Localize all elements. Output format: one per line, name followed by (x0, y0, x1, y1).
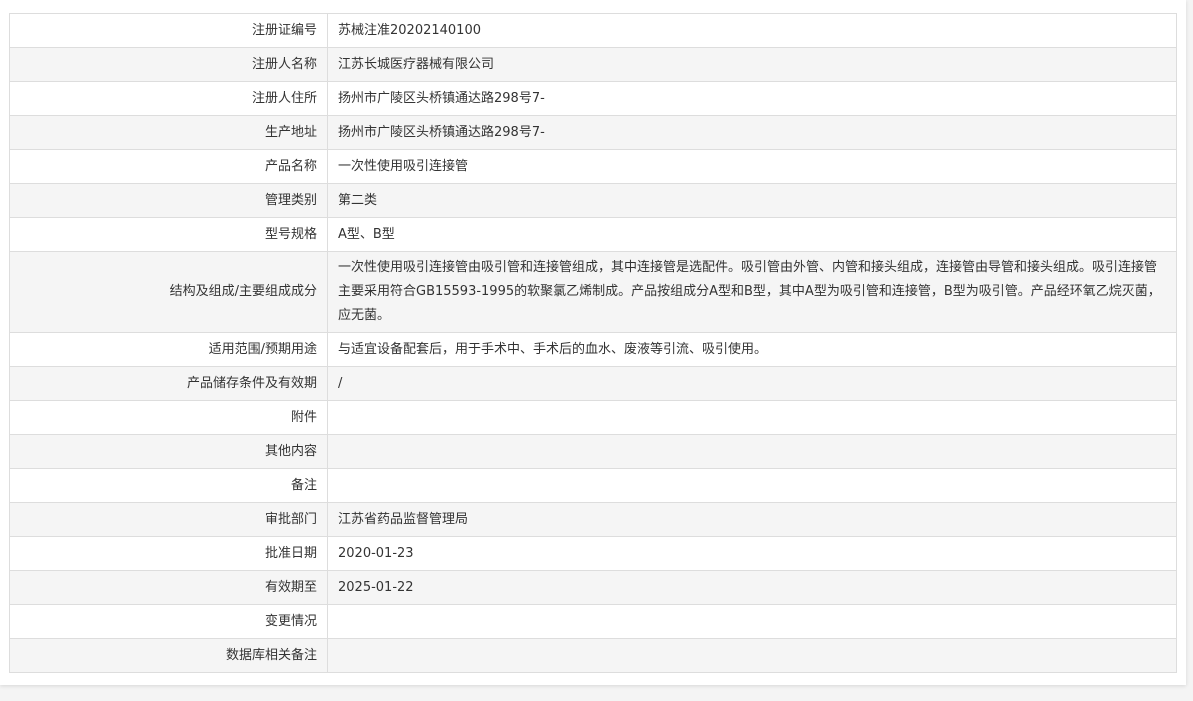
field-label: 型号规格 (9, 217, 328, 252)
field-label: 注册人名称 (9, 47, 328, 82)
field-label: 产品名称 (9, 149, 328, 184)
field-value: 扬州市广陵区头桥镇通达路298号7- (327, 81, 1177, 116)
field-label: 备注 (9, 468, 328, 503)
field-label: 注册证编号 (9, 13, 328, 48)
field-value (327, 468, 1177, 503)
table-row: 结构及组成/主要组成成分 一次性使用吸引连接管由吸引管和连接管组成，其中连接管是… (9, 251, 1177, 333)
field-value: 江苏省药品监督管理局 (327, 502, 1177, 537)
table-row: 批准日期 2020-01-23 (9, 536, 1177, 571)
field-value: 与适宜设备配套后，用于手术中、手术后的血水、废液等引流、吸引使用。 (327, 332, 1177, 367)
table-row: 产品储存条件及有效期 / (9, 366, 1177, 401)
field-value: 2025-01-22 (327, 570, 1177, 605)
table-row: 审批部门 江苏省药品监督管理局 (9, 502, 1177, 537)
table-row: 附件 (9, 400, 1177, 435)
field-value: 一次性使用吸引连接管 (327, 149, 1177, 184)
field-value: 第二类 (327, 183, 1177, 218)
table-row: 数据库相关备注 (9, 638, 1177, 673)
field-label: 批准日期 (9, 536, 328, 571)
field-value (327, 400, 1177, 435)
table-row: 注册人名称 江苏长城医疗器械有限公司 (9, 47, 1177, 82)
field-value: 一次性使用吸引连接管由吸引管和连接管组成，其中连接管是选配件。吸引管由外管、内管… (327, 251, 1177, 333)
field-value: 江苏长城医疗器械有限公司 (327, 47, 1177, 82)
table-row: 备注 (9, 468, 1177, 503)
field-label: 审批部门 (9, 502, 328, 537)
table-row: 注册人住所 扬州市广陵区头桥镇通达路298号7- (9, 81, 1177, 116)
field-label: 数据库相关备注 (9, 638, 328, 673)
field-label: 结构及组成/主要组成成分 (9, 251, 328, 333)
field-value (327, 638, 1177, 673)
table-row: 管理类别 第二类 (9, 183, 1177, 218)
field-value: 扬州市广陵区头桥镇通达路298号7- (327, 115, 1177, 150)
field-label: 注册人住所 (9, 81, 328, 116)
table-row: 其他内容 (9, 434, 1177, 469)
field-label: 其他内容 (9, 434, 328, 469)
field-value: / (327, 366, 1177, 401)
field-value: 苏械注准20202140100 (327, 13, 1177, 48)
field-value (327, 434, 1177, 469)
table-row: 产品名称 一次性使用吸引连接管 (9, 149, 1177, 184)
table-row: 型号规格 A型、B型 (9, 217, 1177, 252)
field-label: 生产地址 (9, 115, 328, 150)
field-label: 变更情况 (9, 604, 328, 639)
detail-panel: 注册证编号 苏械注准20202140100 注册人名称 江苏长城医疗器械有限公司… (0, 0, 1186, 685)
field-value: 2020-01-23 (327, 536, 1177, 571)
table-row: 适用范围/预期用途 与适宜设备配套后，用于手术中、手术后的血水、废液等引流、吸引… (9, 332, 1177, 367)
table-row: 生产地址 扬州市广陵区头桥镇通达路298号7- (9, 115, 1177, 150)
field-value (327, 604, 1177, 639)
table-row: 变更情况 (9, 604, 1177, 639)
field-label: 产品储存条件及有效期 (9, 366, 328, 401)
field-label: 有效期至 (9, 570, 328, 605)
field-label: 管理类别 (9, 183, 328, 218)
field-label: 附件 (9, 400, 328, 435)
table-row: 有效期至 2025-01-22 (9, 570, 1177, 605)
table-row: 注册证编号 苏械注准20202140100 (9, 13, 1177, 48)
field-label: 适用范围/预期用途 (9, 332, 328, 367)
registration-detail-table: 注册证编号 苏械注准20202140100 注册人名称 江苏长城医疗器械有限公司… (9, 13, 1177, 673)
field-value: A型、B型 (327, 217, 1177, 252)
